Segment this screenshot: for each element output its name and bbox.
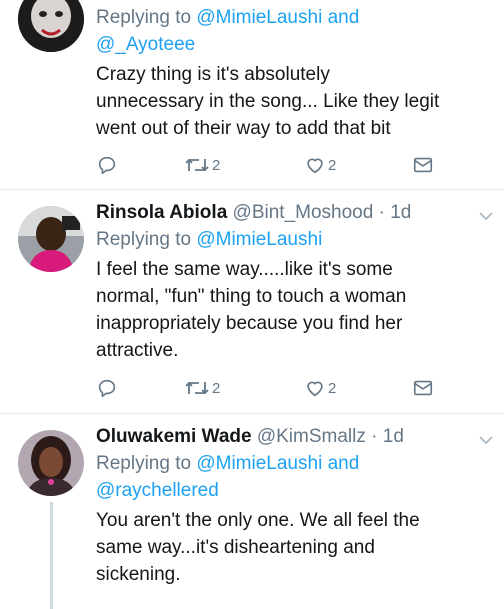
retweet-count: 2 (212, 379, 221, 397)
replying-to-label: Replying to (96, 229, 192, 250)
avatar[interactable] (18, 430, 84, 496)
retweet-button[interactable]: 2 (184, 376, 220, 400)
replying-to: Replying to @MimieLaushi and (96, 4, 490, 31)
reply-icon (98, 156, 116, 175)
avatar-image (18, 430, 84, 496)
avatar-image (18, 0, 84, 52)
user-handle[interactable]: @Bint_Moshood (233, 202, 374, 223)
direct-message-icon (413, 380, 433, 396)
tweet-text: You aren't the only one. We all feel the… (96, 507, 490, 588)
mention-and-text: and (322, 7, 360, 28)
direct-message-button[interactable] (412, 153, 434, 177)
tweet-text-line: unnecessary in the song... Like they leg… (96, 91, 440, 112)
display-name[interactable]: Rinsola Abiola (96, 202, 227, 223)
reply-button[interactable] (96, 376, 118, 400)
tweet-actions: 2 2 (96, 153, 436, 177)
retweet-count: 2 (212, 156, 221, 174)
replying-to-continued: @raychellered (96, 477, 490, 504)
tweet-text-line: Crazy thing is it's absolutely (96, 64, 330, 85)
display-name[interactable]: Oluwakemi Wade (96, 426, 252, 447)
timestamp[interactable]: · 1d (371, 426, 404, 447)
tweet-text-line: attractive. (96, 340, 179, 361)
tweet-3[interactable]: Oluwakemi Wade @KimSmallz · 1d Replying … (0, 414, 504, 609)
replying-to-label: Replying to (96, 7, 192, 28)
mention-link[interactable]: @_Ayoteee (96, 34, 195, 55)
tweet-2[interactable]: Rinsola Abiola @Bint_Moshood · 1d Replyi… (0, 190, 504, 412)
tweet-text-line: inappropriately because you find her (96, 313, 403, 334)
tweet-text-line: I feel the same way.....like it's some (96, 259, 393, 280)
thread-connector-line (50, 502, 53, 609)
replying-to-label: Replying to (96, 453, 192, 474)
tweet-text-line: went out of their way to add that bit (96, 118, 391, 139)
like-button[interactable]: 2 (304, 153, 336, 177)
reply-icon (98, 379, 116, 398)
avatar[interactable] (18, 206, 84, 272)
avatar[interactable] (18, 0, 84, 52)
tweet-header: Oluwakemi Wade @KimSmallz · 1d (96, 424, 490, 450)
tweet-actions: 2 2 (96, 376, 436, 400)
reply-button[interactable] (96, 153, 118, 177)
avatar-image (18, 206, 84, 272)
timestamp[interactable]: · 1d (379, 202, 412, 223)
replying-to: Replying to @MimieLaushi and (96, 450, 490, 477)
retweet-button[interactable]: 2 (184, 153, 220, 177)
tweet-text: Crazy thing is it's absolutely unnecessa… (96, 61, 490, 142)
heart-icon (307, 381, 323, 397)
direct-message-icon (413, 157, 433, 173)
retweet-icon (185, 158, 209, 172)
tweet-text: I feel the same way.....like it's some n… (96, 256, 490, 364)
mention-link[interactable]: @raychellered (96, 480, 219, 501)
tweet-1[interactable]: Replying to @MimieLaushi and @_Ayoteee C… (0, 0, 504, 189)
tweet-text-line: sickening. (96, 564, 181, 585)
retweet-icon (185, 381, 209, 395)
tweet-text-line: same way...it's disheartening and (96, 537, 375, 558)
replying-to-continued: @_Ayoteee (96, 31, 490, 58)
heart-icon (307, 158, 323, 174)
tweet-text-line: normal, "fun" thing to touch a woman (96, 286, 407, 307)
user-handle[interactable]: @KimSmallz (257, 426, 366, 447)
like-button[interactable]: 2 (304, 376, 336, 400)
like-count: 2 (328, 379, 337, 397)
direct-message-button[interactable] (412, 376, 434, 400)
mention-and-text: and (322, 453, 360, 474)
like-count: 2 (328, 156, 337, 174)
mention-link[interactable]: @MimieLaushi (196, 453, 322, 474)
mention-link[interactable]: @MimieLaushi (196, 229, 322, 250)
replying-to: Replying to @MimieLaushi (96, 226, 490, 253)
tweet-header: Rinsola Abiola @Bint_Moshood · 1d (96, 200, 490, 226)
mention-link[interactable]: @MimieLaushi (196, 7, 322, 28)
tweet-text-line: You aren't the only one. We all feel the (96, 510, 420, 531)
